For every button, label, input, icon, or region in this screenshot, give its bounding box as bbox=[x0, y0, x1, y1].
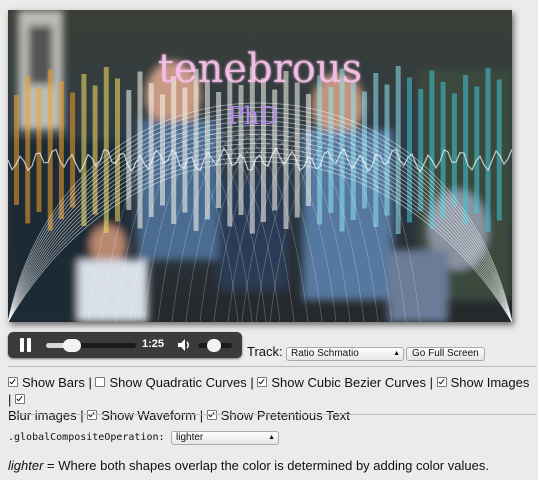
option-show-bars[interactable]: Show Bars bbox=[8, 375, 85, 390]
checkbox[interactable] bbox=[8, 377, 18, 387]
track-label: Track: bbox=[247, 344, 283, 359]
pause-button[interactable] bbox=[19, 338, 33, 352]
checkbox[interactable] bbox=[206, 410, 217, 420]
visualizer-bar bbox=[418, 89, 424, 211]
visualizer-canvas: tenebrous tenebrous PhD bbox=[8, 10, 512, 322]
composite-term: lighter bbox=[8, 458, 44, 473]
visualizer-bar bbox=[305, 94, 311, 206]
option-show-cubic-curves[interactable]: Show Cubic Bezier Curves bbox=[257, 375, 426, 390]
checkbox[interactable] bbox=[436, 377, 447, 387]
track-select[interactable]: Ratio Schmatio ▲ bbox=[286, 347, 404, 361]
visualizer-bar bbox=[36, 88, 42, 212]
pretentious-subtitle: PhD bbox=[228, 102, 279, 130]
seek-handle[interactable] bbox=[63, 339, 82, 352]
select-arrow-icon: ▲ bbox=[268, 434, 275, 441]
composite-description: lighter = Where both shapes overlap the … bbox=[8, 458, 489, 473]
composite-select-value: lighter bbox=[176, 432, 204, 443]
checkbox[interactable] bbox=[15, 393, 25, 404]
option-show-quadratic-curves[interactable]: Show Quadratic Curves bbox=[95, 375, 247, 390]
visualizer-bar bbox=[47, 69, 53, 231]
visualizer-bar bbox=[463, 75, 469, 225]
visualizer-svg: tenebrous tenebrous PhD bbox=[8, 10, 512, 322]
divider bbox=[8, 414, 536, 415]
divider bbox=[8, 366, 536, 367]
visualizer-bar bbox=[70, 92, 76, 208]
composite-label: .globalCompositeOperation: bbox=[8, 432, 165, 443]
checkbox[interactable] bbox=[257, 377, 268, 387]
visualizer-bar bbox=[485, 68, 491, 232]
options-list: Show Bars | Show Quadratic Curves | Show… bbox=[8, 375, 530, 423]
pretentious-title-front: tenebrous bbox=[158, 46, 362, 92]
visualizer-bar bbox=[496, 79, 502, 221]
option-show-waveform[interactable]: Show Waveform bbox=[87, 408, 196, 423]
option-show-images[interactable]: Show Images bbox=[436, 375, 529, 390]
track-select-value: Ratio Schmatio bbox=[291, 348, 359, 359]
fullscreen-button[interactable]: Go Full Screen bbox=[406, 347, 485, 361]
visualizer-bar bbox=[204, 80, 210, 220]
current-time: 1:25 bbox=[142, 338, 165, 350]
visualizer-bar bbox=[451, 93, 457, 207]
seek-slider[interactable] bbox=[46, 339, 136, 352]
visualizer-bar bbox=[14, 95, 19, 205]
pause-icon-bar bbox=[27, 338, 31, 352]
visualizer-bar bbox=[25, 76, 31, 224]
audio-player: 1:25 bbox=[8, 332, 242, 358]
volume-icon[interactable] bbox=[176, 337, 192, 353]
composite-desc-text: = Where both shapes overlap the color is… bbox=[43, 458, 489, 473]
option-show-pretentious-text[interactable]: Show Pretentious Text bbox=[206, 408, 350, 423]
option-blur-images[interactable]: Blur images bbox=[8, 408, 77, 423]
volume-slider[interactable] bbox=[198, 339, 232, 352]
volume-handle[interactable] bbox=[206, 339, 221, 352]
checkbox[interactable] bbox=[95, 377, 106, 387]
pause-icon-bar bbox=[20, 338, 24, 352]
select-arrow-icon: ▲ bbox=[393, 350, 400, 357]
checkbox[interactable] bbox=[87, 410, 98, 420]
composite-select[interactable]: lighter ▲ bbox=[171, 431, 279, 445]
visualizer-bar bbox=[474, 86, 480, 214]
